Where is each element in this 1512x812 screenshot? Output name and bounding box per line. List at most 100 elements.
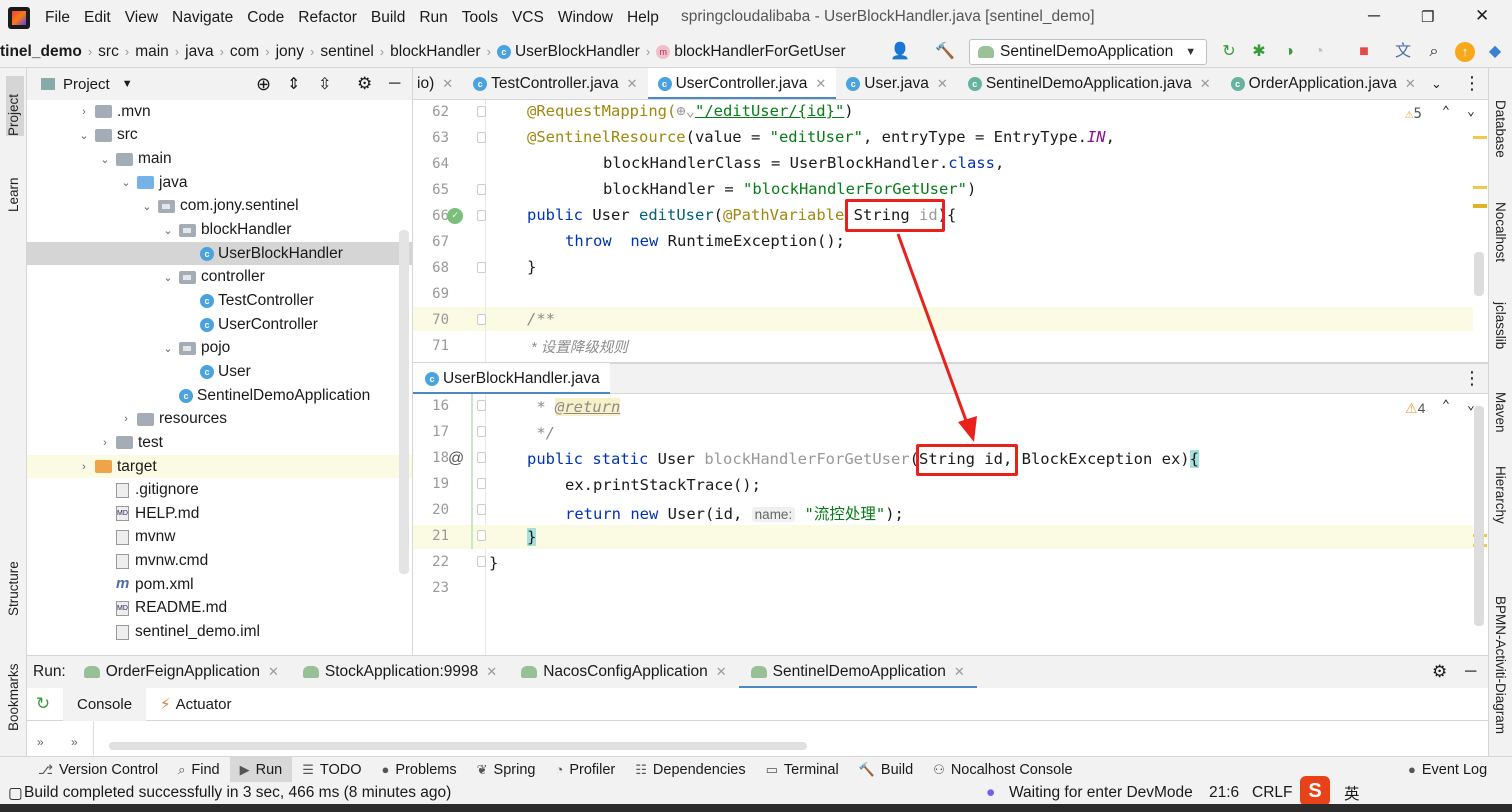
menu-item-tools[interactable]: Tools (455, 9, 505, 27)
spring-endpoint-icon[interactable]: ✓ (447, 208, 463, 224)
vcs-change-marker[interactable] (471, 394, 473, 549)
tree-item[interactable]: ⌄ pojo (27, 337, 412, 361)
actuator-tab[interactable]: ⚡ Actuator (146, 688, 245, 721)
coverage-icon[interactable]: ◑ (1279, 42, 1299, 62)
tree-item[interactable]: sentinel_demo.iml (27, 620, 412, 644)
tool-window-build[interactable]: 🔨 Build (849, 757, 923, 783)
maven-tool-button[interactable]: Maven (1493, 392, 1508, 433)
stop-icon[interactable]: ■ (1354, 42, 1374, 62)
breadcrumb-item[interactable]: jony (276, 43, 304, 61)
fold-marker-icon[interactable] (477, 262, 486, 273)
tab-userblockhandler[interactable]: c UserBlockHandler.java (413, 362, 610, 395)
editor-scrollbar[interactable] (1474, 252, 1484, 296)
run-tab[interactable]: StockApplication:9998 ✕ (291, 656, 509, 689)
line-separator[interactable]: CRLF (1252, 784, 1292, 802)
tool-window-dependencies[interactable]: ☷ Dependencies (625, 757, 755, 783)
hide-panel-icon[interactable]: ─ (1465, 663, 1476, 681)
close-tab-icon[interactable]: ✕ (1200, 76, 1211, 92)
project-tool-button[interactable]: Project (6, 76, 24, 136)
expand-icon[interactable]: » (71, 735, 78, 749)
project-panel-title[interactable]: Project (63, 76, 110, 93)
rerun-icon[interactable]: ↻ (27, 694, 59, 714)
warning-count[interactable]: ⚠5 (1405, 106, 1422, 122)
breadcrumb-item[interactable]: UserBlockHandler (515, 43, 640, 61)
expand-all-icon[interactable]: ⇕ (287, 74, 300, 94)
update-icon[interactable]: ↑ (1455, 42, 1475, 62)
tool-window-todo[interactable]: ☰ TODO (292, 757, 371, 783)
tree-item[interactable]: m pom.xml (27, 573, 412, 597)
fold-marker-icon[interactable] (477, 452, 486, 463)
close-window-icon[interactable]: ✕ (1475, 6, 1489, 26)
user-icon[interactable]: 👤 (885, 42, 915, 62)
learn-tool-button[interactable]: Learn (6, 162, 21, 212)
tree-item[interactable]: ⌄ main (27, 147, 412, 171)
tree-item[interactable]: mvnw (27, 526, 412, 550)
database-tool-button[interactable]: Database (1493, 100, 1508, 158)
maximize-icon[interactable]: ❐ (1421, 8, 1434, 26)
tree-item[interactable]: ⌄ src (27, 124, 412, 148)
menu-item-window[interactable]: Window (551, 9, 620, 27)
fold-marker-icon[interactable] (477, 210, 486, 221)
fold-marker-icon[interactable] (477, 504, 486, 515)
error-stripe-mark[interactable] (1473, 186, 1487, 189)
tree-item[interactable]: c UserController (27, 313, 412, 337)
close-tab-icon[interactable]: ✕ (937, 76, 948, 92)
error-stripe-mark[interactable] (1473, 204, 1487, 208)
fold-marker-icon[interactable] (477, 106, 486, 117)
tree-item[interactable]: › test (27, 431, 412, 455)
close-tab-icon[interactable]: ✕ (268, 664, 279, 680)
tree-item[interactable]: MD README.md (27, 597, 412, 621)
close-tab-icon[interactable]: ✕ (716, 664, 727, 680)
caret-position[interactable]: 21:6 (1209, 784, 1239, 802)
chevron-down-icon[interactable]: ⌄ (161, 224, 175, 237)
locate-icon[interactable]: ⊕ (256, 74, 271, 95)
close-tab-icon[interactable]: ✕ (954, 664, 965, 680)
next-highlight-icon[interactable]: ⌄ (1467, 104, 1475, 119)
structure-tool-button[interactable]: Structure (6, 546, 21, 616)
chevron-right-icon[interactable]: › (98, 437, 112, 449)
tool-window-run[interactable]: ▶ Run (229, 756, 293, 783)
status-message[interactable]: Build completed successfully in 3 sec, 4… (24, 784, 451, 802)
hide-panel-icon[interactable]: ─ (389, 75, 400, 93)
editor-tab[interactable]: c User.java ✕ (836, 68, 958, 99)
collapse-all-icon[interactable]: ⇳ (318, 74, 331, 94)
tree-item[interactable]: c SentinelDemoApplication (27, 384, 412, 408)
nocalhost-tool-button[interactable]: Nocalhost (1493, 202, 1508, 262)
tool-window-problems[interactable]: ● Problems (372, 757, 467, 783)
menu-item-run[interactable]: Run (412, 9, 454, 27)
gear-icon[interactable]: ⚙ (357, 74, 372, 94)
chevron-down-icon[interactable]: ⌄ (140, 200, 154, 213)
bookmarks-tool-button[interactable]: Bookmarks (6, 651, 21, 731)
tree-item[interactable]: › resources (27, 407, 412, 431)
ime-logo-icon[interactable]: S (1300, 776, 1330, 806)
tool-window-profiler[interactable]: ◔ Profiler (545, 757, 625, 783)
profile-icon[interactable]: ◔ (1309, 42, 1329, 62)
chevron-down-icon[interactable]: ⌄ (161, 342, 175, 355)
breadcrumb-item[interactable]: blockHandler (390, 43, 480, 61)
ime-mode[interactable]: 英 (1344, 782, 1360, 804)
console-output[interactable]: » » (27, 721, 1488, 755)
hierarchy-tool-button[interactable]: Hierarchy (1493, 466, 1508, 524)
previous-highlight-icon[interactable]: ⌃ (1442, 104, 1450, 119)
translate-icon[interactable]: 文 (1393, 42, 1413, 62)
tree-item[interactable]: c User (27, 360, 412, 384)
tool-window-find[interactable]: ⌕ Find (168, 757, 230, 783)
console-scrollbar[interactable] (109, 742, 807, 750)
menu-item-vcs[interactable]: VCS (505, 9, 551, 27)
tree-item[interactable]: .gitignore (27, 478, 412, 502)
error-stripe-mark[interactable] (1473, 136, 1487, 139)
fold-marker-icon[interactable] (477, 556, 486, 567)
devmode-status[interactable]: Waiting for enter DevMode (1009, 784, 1193, 802)
breadcrumb-item[interactable]: sentinel (320, 43, 373, 61)
console-tab[interactable]: Console (63, 687, 147, 721)
tree-item[interactable]: ⌄ com.jony.sentinel (27, 195, 412, 219)
close-tab-icon[interactable]: ✕ (486, 664, 497, 680)
editor-tab[interactable]: c SentinelDemoApplication.java ✕ (958, 68, 1221, 99)
chevron-down-icon[interactable]: ⌄ (161, 271, 175, 284)
close-tab-icon[interactable]: ✕ (627, 76, 638, 92)
editor-tab[interactable]: c UserController.java ✕ (647, 68, 837, 99)
tree-item[interactable]: ⌄ java (27, 171, 412, 195)
breadcrumb-item[interactable]: main (135, 43, 169, 61)
menu-item-view[interactable]: View (118, 9, 165, 27)
chevron-down-icon[interactable]: ⌄ (119, 176, 133, 189)
